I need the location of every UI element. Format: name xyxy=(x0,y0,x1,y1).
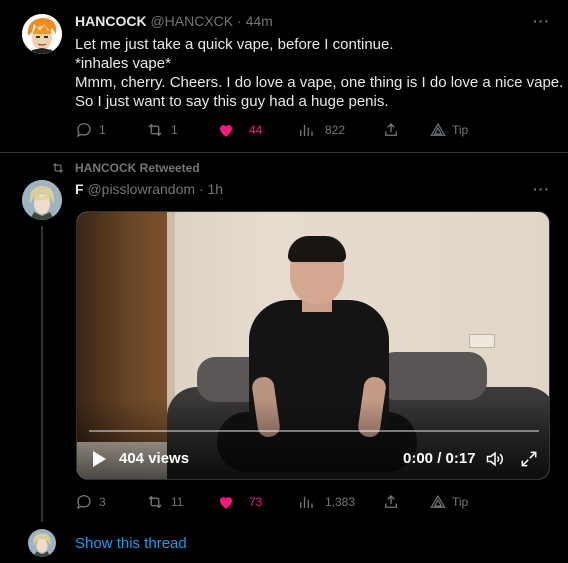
video-scene-pillow xyxy=(377,352,487,400)
views-button[interactable]: 822 xyxy=(297,120,345,140)
view-count: 1,383 xyxy=(325,495,356,509)
avatar[interactable] xyxy=(22,180,62,220)
like-button[interactable]: 73 xyxy=(217,492,262,512)
fullscreen-icon[interactable] xyxy=(519,449,539,469)
hancock-avatar-image xyxy=(22,14,62,54)
tip-button[interactable]: Tip xyxy=(430,492,468,512)
tweet-actions: 3 11 73 1,383 Tip xyxy=(75,492,555,512)
avatar[interactable] xyxy=(28,529,56,557)
tip-button[interactable]: Tip xyxy=(430,120,468,140)
reply-button[interactable]: 3 xyxy=(75,492,106,512)
tip-label: Tip xyxy=(452,495,469,509)
avatar[interactable] xyxy=(22,14,62,54)
volume-icon[interactable] xyxy=(485,449,505,469)
view-count: 822 xyxy=(325,123,346,137)
tweet-line: So I just want to say this guy had a hug… xyxy=(75,93,389,110)
handle[interactable]: @pisslowrandom xyxy=(87,181,195,197)
video-player[interactable]: 404 views 0:00 / 0:17 xyxy=(76,211,550,480)
video-view-count: 404 views xyxy=(119,450,190,467)
share-icon xyxy=(385,495,397,508)
analytics-icon xyxy=(300,496,313,508)
video-time: 0:00 / 0:17 xyxy=(403,450,476,467)
more-options-button[interactable]: ··· xyxy=(533,181,550,197)
share-button[interactable] xyxy=(382,492,400,512)
like-button[interactable]: 44 xyxy=(217,120,262,140)
f-avatar-image xyxy=(22,180,62,220)
more-options-button[interactable]: ··· xyxy=(533,13,550,29)
tip-icon xyxy=(430,494,446,508)
tweet-line: *inhales vape* xyxy=(75,55,171,72)
share-icon xyxy=(385,123,397,136)
tweet-hancock[interactable]: HANCOCK @HANCXCK · 44m ··· Let me just t… xyxy=(0,0,568,152)
like-count: 44 xyxy=(249,123,263,137)
reply-icon xyxy=(76,495,91,510)
retweet-count: 11 xyxy=(171,495,184,509)
display-name[interactable]: F xyxy=(75,181,84,197)
reply-count: 3 xyxy=(99,495,106,509)
video-scene-socket xyxy=(469,334,495,348)
retweet-count: 1 xyxy=(171,123,178,137)
views-button[interactable]: 1,383 xyxy=(297,492,355,512)
tweet-line: Let me just take a quick vape, before I … xyxy=(75,36,394,53)
analytics-icon xyxy=(300,124,313,136)
heart-filled-icon xyxy=(220,497,232,509)
tweet-actions: 1 1 44 822 Tip xyxy=(75,120,555,140)
reply-button[interactable]: 1 xyxy=(75,120,106,140)
video-progress-bar[interactable] xyxy=(89,430,539,432)
reply-count: 1 xyxy=(99,123,106,137)
display-name[interactable]: HANCOCK xyxy=(75,13,147,29)
tip-label: Tip xyxy=(452,123,469,137)
video-controls: 404 views 0:00 / 0:17 xyxy=(77,446,549,470)
separator: · xyxy=(237,13,242,29)
timestamp[interactable]: 1h xyxy=(208,181,224,197)
reply-icon xyxy=(76,123,91,138)
timestamp[interactable]: 44m xyxy=(246,13,273,29)
heart-filled-icon xyxy=(220,125,232,137)
tweet-header: F @pisslowrandom · 1h xyxy=(75,181,223,197)
video-scene-person-hair xyxy=(288,236,346,262)
tip-icon xyxy=(430,122,446,136)
separator: · xyxy=(198,181,204,197)
f-avatar-image xyxy=(28,529,56,557)
like-count: 73 xyxy=(249,495,263,509)
tweet-line: Mmm, cherry. Cheers. I do love a vape, o… xyxy=(75,74,564,91)
retweet-icon xyxy=(148,123,162,137)
handle[interactable]: @HANCXCK xyxy=(150,13,233,29)
show-thread-link[interactable]: Show this thread xyxy=(75,535,187,552)
retweet-icon xyxy=(148,495,162,509)
play-icon[interactable] xyxy=(91,450,107,468)
tweet-text: Let me just take a quick vape, before I … xyxy=(75,35,564,111)
tweet-header: HANCOCK @HANCXCK · 44m xyxy=(75,13,273,29)
retweet-button[interactable]: 11 xyxy=(145,492,183,512)
share-button[interactable] xyxy=(382,120,400,140)
retweet-button[interactable]: 1 xyxy=(145,120,178,140)
